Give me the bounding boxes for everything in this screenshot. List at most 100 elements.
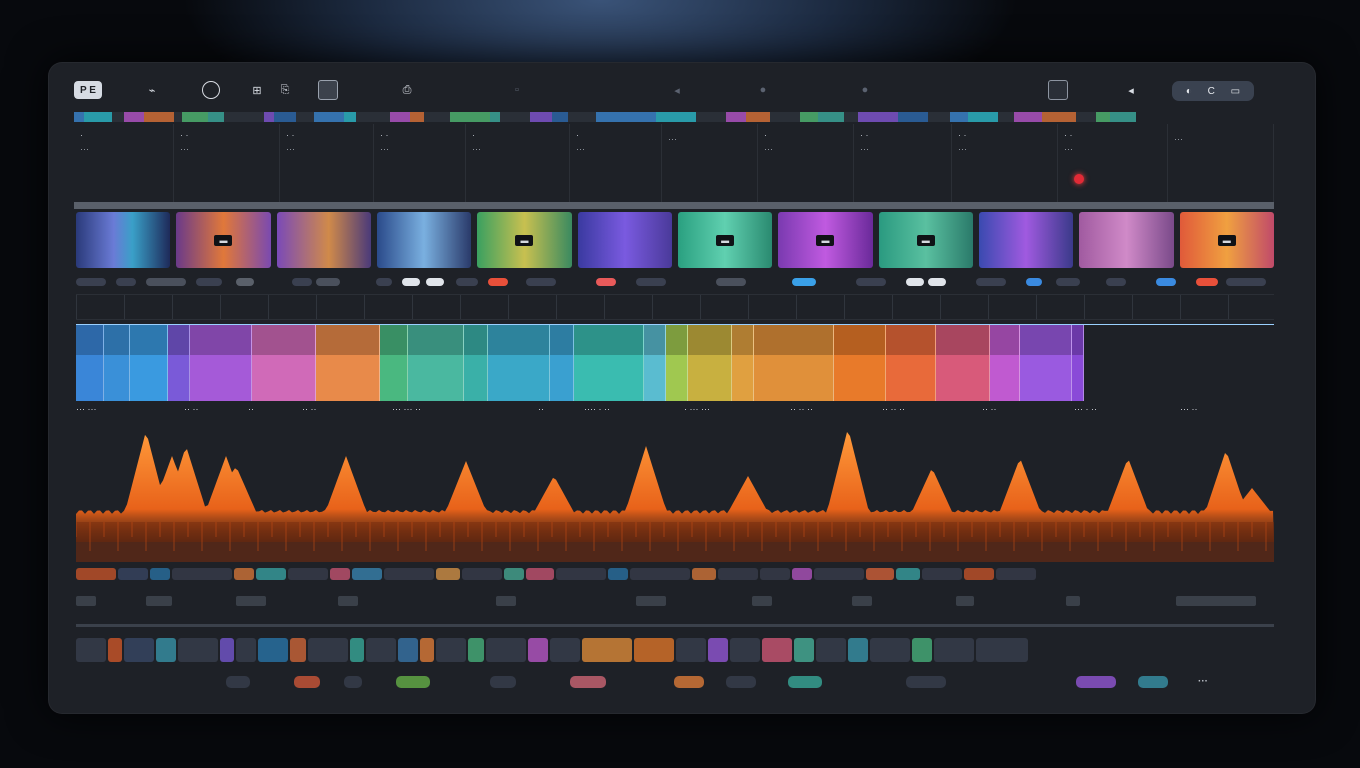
track-header[interactable]: · · ··· bbox=[1058, 124, 1168, 202]
subtitle-block[interactable] bbox=[1176, 596, 1256, 606]
marker-dot[interactable] bbox=[146, 278, 186, 286]
track-header[interactable]: · ··· bbox=[466, 124, 570, 202]
track-header[interactable]: · · ··· bbox=[174, 124, 280, 202]
scroll-divider[interactable] bbox=[76, 624, 1274, 627]
clip-thumbnail[interactable] bbox=[577, 212, 672, 268]
volume-icon[interactable]: ◂ bbox=[1122, 76, 1140, 104]
track-header[interactable]: · ··· bbox=[74, 124, 174, 202]
link-icon[interactable]: ◂ bbox=[668, 76, 686, 104]
clip-thumbnail[interactable]: ▬ bbox=[878, 212, 973, 268]
status-chip[interactable] bbox=[570, 676, 606, 688]
overview-strip[interactable] bbox=[76, 638, 1274, 662]
record-indicator[interactable] bbox=[1074, 174, 1084, 184]
video-clip[interactable] bbox=[130, 325, 168, 401]
subtitle-block[interactable] bbox=[146, 596, 172, 606]
track-header[interactable]: · ··· bbox=[758, 124, 854, 202]
video-clip[interactable] bbox=[380, 325, 408, 401]
clip-icon[interactable]: C bbox=[1208, 86, 1215, 97]
subtitle-block[interactable] bbox=[76, 596, 96, 606]
status-chip[interactable] bbox=[490, 676, 516, 688]
subtitle-block[interactable] bbox=[496, 596, 516, 606]
subtitle-block[interactable] bbox=[752, 596, 772, 606]
subtitle-block[interactable] bbox=[852, 596, 872, 606]
track-header[interactable]: · · ··· bbox=[854, 124, 952, 202]
video-clip[interactable] bbox=[666, 325, 688, 401]
status-chip[interactable] bbox=[788, 676, 822, 688]
clip-thumbnail[interactable] bbox=[276, 212, 371, 268]
clip-thumbnail[interactable] bbox=[76, 212, 171, 268]
status-chip[interactable] bbox=[906, 676, 946, 688]
mode-badge[interactable]: P E bbox=[74, 81, 102, 99]
loop-icon[interactable]: ◐ bbox=[1186, 86, 1192, 97]
track-header[interactable]: ··· bbox=[1168, 124, 1274, 202]
video-clip[interactable] bbox=[316, 325, 380, 401]
track-header[interactable]: · · ··· bbox=[280, 124, 374, 202]
video-clip[interactable] bbox=[488, 325, 550, 401]
status-chip[interactable] bbox=[294, 676, 320, 688]
marker-dot[interactable] bbox=[928, 278, 946, 286]
monitor-icon[interactable]: ▭ bbox=[1231, 86, 1240, 97]
video-clip[interactable] bbox=[550, 325, 574, 401]
video-clip[interactable] bbox=[688, 325, 732, 401]
clip-thumbnail[interactable]: ▬ bbox=[778, 212, 873, 268]
status-chip[interactable] bbox=[1076, 676, 1116, 688]
marker-dot[interactable] bbox=[636, 278, 666, 286]
clip-thumbnail[interactable] bbox=[978, 212, 1074, 268]
status-chip[interactable] bbox=[226, 676, 250, 688]
timeline-ruler[interactable] bbox=[76, 294, 1274, 320]
marker-dot[interactable] bbox=[1026, 278, 1042, 286]
grid-tool-icon[interactable]: ⊞ bbox=[248, 76, 266, 104]
video-clip[interactable] bbox=[936, 325, 990, 401]
clip-thumbnail[interactable]: ▬ bbox=[677, 212, 773, 268]
marker-dot[interactable] bbox=[1156, 278, 1176, 286]
video-clip[interactable] bbox=[886, 325, 936, 401]
status-chip[interactable] bbox=[1138, 676, 1168, 688]
marker-dot[interactable] bbox=[426, 278, 444, 286]
status-chip[interactable] bbox=[396, 676, 430, 688]
marker-dot[interactable] bbox=[596, 278, 616, 286]
track-header[interactable]: · ··· bbox=[570, 124, 662, 202]
video-clip[interactable] bbox=[1072, 325, 1084, 401]
marker-dot[interactable] bbox=[76, 278, 106, 286]
clip-thumbnail[interactable]: ▬ bbox=[477, 212, 572, 268]
video-clip[interactable] bbox=[408, 325, 464, 401]
video-clip[interactable] bbox=[834, 325, 886, 401]
razor-tool-icon[interactable]: ⌁ bbox=[142, 76, 162, 104]
marker-dot[interactable] bbox=[236, 278, 254, 286]
marker-dot[interactable] bbox=[856, 278, 886, 286]
video-clip[interactable] bbox=[1020, 325, 1072, 401]
video-clip[interactable] bbox=[464, 325, 488, 401]
video-clip[interactable] bbox=[104, 325, 130, 401]
clip-thumbnail[interactable]: ▬ bbox=[1179, 212, 1274, 268]
status-chip[interactable] bbox=[726, 676, 756, 688]
marker-dot[interactable] bbox=[906, 278, 924, 286]
marker-dot[interactable] bbox=[196, 278, 222, 286]
marker-dot[interactable] bbox=[316, 278, 340, 286]
marker-dot[interactable] bbox=[376, 278, 392, 286]
marker-dot[interactable] bbox=[526, 278, 556, 286]
track-header[interactable]: · · ··· bbox=[374, 124, 466, 202]
marker-dot[interactable] bbox=[792, 278, 816, 286]
track-header[interactable]: ··· bbox=[662, 124, 758, 202]
subtitle-block[interactable] bbox=[338, 596, 358, 606]
marker-dot[interactable] bbox=[716, 278, 746, 286]
video-clip[interactable] bbox=[168, 325, 190, 401]
select-tool-icon[interactable] bbox=[318, 80, 338, 100]
video-clip[interactable] bbox=[644, 325, 666, 401]
video-clip[interactable] bbox=[990, 325, 1020, 401]
marker-dot[interactable] bbox=[116, 278, 136, 286]
marker-dot[interactable] bbox=[456, 278, 478, 286]
subtitle-block[interactable] bbox=[636, 596, 666, 606]
video-clip[interactable] bbox=[76, 325, 104, 401]
viewer-toggle-icon[interactable] bbox=[1048, 80, 1068, 100]
marker-dot[interactable] bbox=[1196, 278, 1218, 286]
subtitle-block[interactable] bbox=[1066, 596, 1080, 606]
export-icon[interactable]: ⎙ bbox=[398, 76, 416, 104]
copy-tool-icon[interactable]: ⎘ bbox=[276, 76, 294, 104]
zoom-out-icon[interactable] bbox=[202, 81, 220, 99]
subtitle-block[interactable] bbox=[956, 596, 974, 606]
clip-thumbnail[interactable] bbox=[376, 212, 472, 268]
video-clip[interactable] bbox=[190, 325, 252, 401]
marker-dot[interactable] bbox=[488, 278, 508, 286]
video-track[interactable] bbox=[76, 324, 1274, 401]
